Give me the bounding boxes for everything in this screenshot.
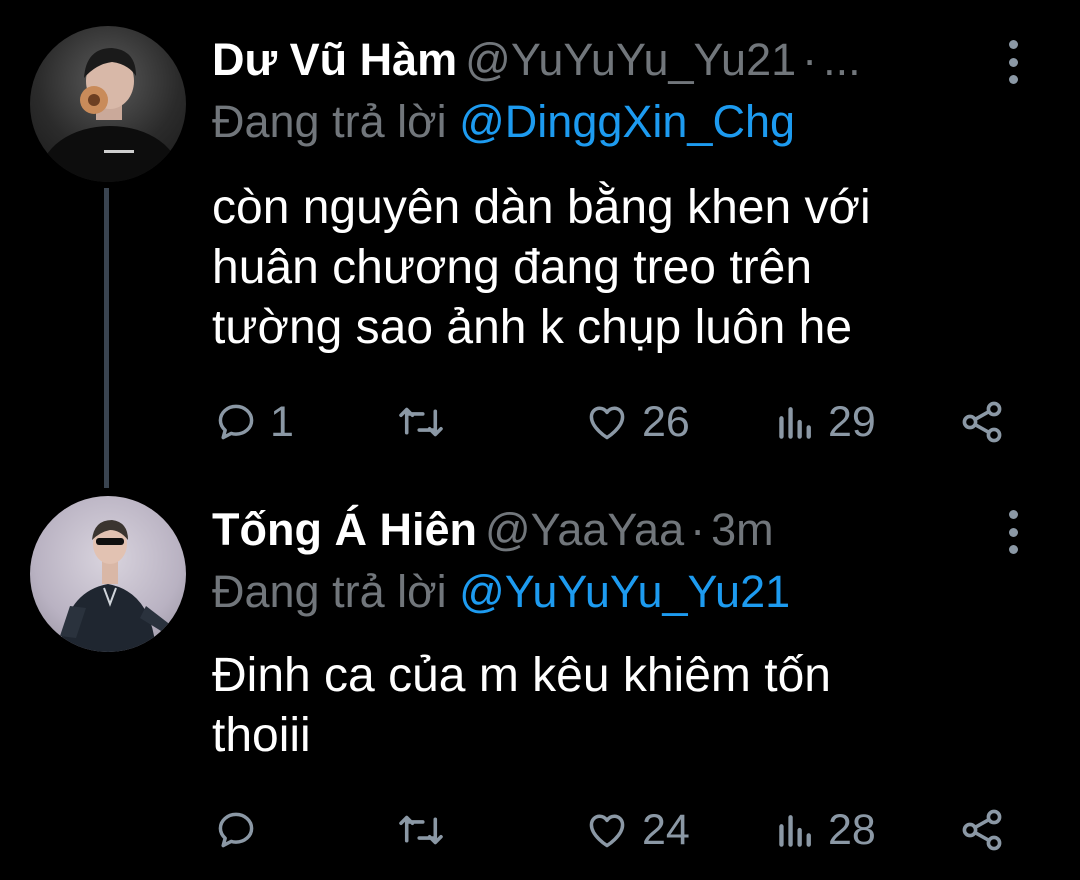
like-button[interactable]: 26 (584, 392, 690, 452)
views-icon (779, 407, 811, 439)
avatar[interactable] (30, 26, 186, 182)
like-icon (589, 406, 625, 440)
timestamp[interactable]: ... (823, 34, 861, 85)
like-count: 24 (642, 806, 690, 854)
replying-to-label: Đang trả lời (212, 96, 447, 147)
views-button[interactable]: 29 (776, 392, 876, 452)
display-name[interactable]: Tống Á Hiên (212, 504, 477, 555)
like-button[interactable]: 24 (584, 800, 690, 860)
tweet-header: Tống Á Hiên @YaaYaa · 3m (212, 498, 1080, 562)
user-handle[interactable]: @YuYuYu_Yu21 (465, 34, 796, 85)
separator-dot: · (690, 504, 706, 555)
tweet-header: Dư Vũ Hàm @YuYuYu_Yu21 ·... (212, 28, 1080, 92)
view-count: 28 (828, 806, 876, 854)
reply-icon (218, 812, 254, 848)
avatar[interactable] (30, 496, 186, 652)
view-count: 29 (828, 398, 876, 446)
more-options-icon[interactable] (996, 510, 1030, 554)
thread-view: Dư Vũ Hàm @YuYuYu_Yu21 ·... Đang trả lời @… (0, 0, 1080, 880)
avatar-photo (60, 520, 172, 652)
tweet-text: Đinh ca của m kêu khiêm tốn thoiii (212, 646, 1052, 766)
retweet-icon (399, 815, 443, 845)
user-handle[interactable]: @YaaYaa (485, 504, 684, 555)
replying-to: Đang trả lời @YuYuYu_Yu21 (212, 562, 790, 622)
reply-mention-link[interactable]: @DinggXin_Chg (459, 96, 795, 147)
tweet-text-line: còn nguyên dàn bằng khen với (212, 181, 871, 234)
tweet-text-line: tường sao ảnh k chụp luôn he (212, 301, 853, 354)
display-name[interactable]: Dư Vũ Hàm (212, 34, 457, 85)
views-icon (779, 815, 811, 847)
share-icon (962, 401, 1002, 443)
reply-icon (218, 404, 254, 440)
replying-to-label: Đang trả lời (212, 566, 447, 617)
like-icon (589, 814, 625, 848)
share-button[interactable] (958, 800, 1006, 860)
reply-button[interactable]: 1 (214, 392, 294, 452)
retweet-icon (399, 407, 443, 437)
tweet-text-line: huân chương đang treo trên (212, 241, 813, 294)
tweet-text: còn nguyên dàn bằng khen với huân chương… (212, 178, 1052, 358)
reply-count: 1 (270, 398, 294, 446)
share-icon (962, 809, 1002, 851)
action-bar: 1 26 29 (0, 392, 1080, 452)
avatar-photo (40, 48, 180, 182)
tweet-text-line: thoiii (212, 709, 311, 762)
replying-to: Đang trả lời @DinggXin_Chg (212, 92, 795, 152)
share-button[interactable] (958, 392, 1006, 452)
reply-button[interactable] (214, 800, 270, 860)
like-count: 26 (642, 398, 690, 446)
reply-mention-link[interactable]: @YuYuYu_Yu21 (459, 566, 790, 617)
views-button[interactable]: 28 (776, 800, 876, 860)
timestamp[interactable]: 3m (711, 504, 774, 555)
separator-dot: · (802, 34, 818, 85)
tweet[interactable]: Tống Á Hiên @YaaYaa · 3m Đang trả lời @YuYu… (0, 470, 1080, 880)
retweet-button[interactable] (396, 800, 458, 860)
tweet-text-line: Đinh ca của m kêu khiêm tốn (212, 649, 831, 702)
retweet-button[interactable] (396, 392, 458, 452)
tweet[interactable]: Dư Vũ Hàm @YuYuYu_Yu21 ·... Đang trả lời @… (0, 0, 1080, 470)
more-options-icon[interactable] (996, 40, 1030, 84)
action-bar: 24 28 (0, 800, 1080, 860)
